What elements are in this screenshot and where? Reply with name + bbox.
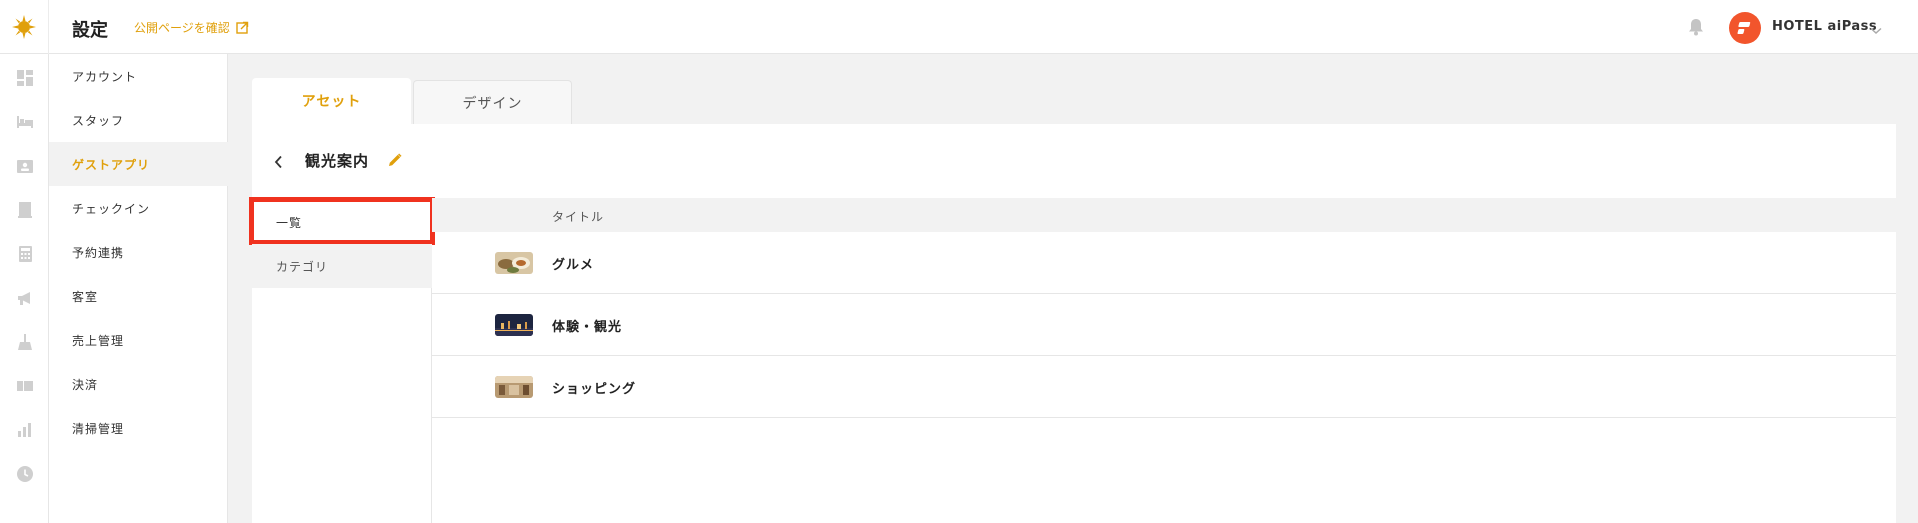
sidebar-item-guest-app[interactable]: ゲストアプリ — [49, 142, 228, 186]
chevron-down-icon[interactable] — [1870, 20, 1882, 39]
app-logo[interactable] — [0, 0, 49, 54]
id-card-icon[interactable] — [16, 157, 34, 175]
sidebar-item-rooms[interactable]: 客室 — [49, 274, 228, 318]
sidebar-item-sales[interactable]: 売上管理 — [49, 318, 228, 362]
asset-panel: 観光案内 一覧 カテゴリ タイトル グルメ 体験・観光 ショッピング — [249, 124, 1896, 523]
bed-icon[interactable] — [16, 113, 34, 131]
sidebar-item-staff[interactable]: スタッフ — [49, 98, 228, 142]
table-row[interactable]: ショッピング — [432, 356, 1896, 418]
sidebar-item-payment[interactable]: 決済 — [49, 362, 228, 406]
panel-title: 観光案内 — [305, 152, 370, 170]
subnav-list-label: 一覧 — [276, 215, 303, 230]
shop-thumbnail — [495, 376, 533, 398]
bar-chart-icon[interactable] — [16, 421, 34, 439]
notification-bell-icon[interactable] — [1688, 18, 1704, 40]
tab-design[interactable]: デザイン — [413, 80, 572, 124]
sun-logo-icon — [12, 15, 36, 39]
sidebar-item-account[interactable]: アカウント — [49, 54, 228, 98]
icon-rail — [0, 54, 49, 523]
edit-pencil-icon[interactable] — [388, 152, 402, 171]
public-page-link[interactable]: 公開ページを確認 — [134, 19, 249, 36]
building-icon[interactable] — [16, 201, 34, 219]
sidebar-item-checkin[interactable]: チェックイン — [49, 186, 228, 230]
table-row[interactable]: 体験・観光 — [432, 294, 1896, 356]
external-link-icon — [236, 21, 248, 34]
clock-icon[interactable] — [16, 465, 34, 483]
public-page-link-label: 公開ページを確認 — [134, 21, 230, 35]
asset-subnav: 一覧 カテゴリ — [249, 197, 435, 523]
brand-mark-icon — [1737, 22, 1751, 34]
table-row[interactable]: グルメ — [432, 232, 1896, 294]
sidebar-item-reservation-sync[interactable]: 予約連携 — [49, 230, 228, 274]
food-thumbnail — [495, 252, 533, 274]
broom-icon[interactable] — [16, 333, 34, 351]
subnav-category[interactable]: カテゴリ — [252, 244, 432, 288]
calculator-icon[interactable] — [16, 245, 34, 263]
megaphone-icon[interactable] — [16, 289, 34, 307]
back-chevron-icon[interactable] — [274, 154, 283, 173]
top-header: 設定 公開ページを確認 HOTEL aiPass — [0, 0, 1918, 54]
settings-sidebar: アカウント スタッフ ゲストアプリ チェックイン 予約連携 客室 売上管理 決済… — [49, 54, 228, 523]
night-city-thumbnail — [495, 314, 533, 336]
asset-table: タイトル グルメ 体験・観光 ショッピング — [432, 198, 1896, 418]
row-title: 体験・観光 — [552, 320, 623, 335]
dashboard-icon[interactable] — [16, 69, 34, 87]
subnav-list[interactable]: 一覧 — [249, 197, 435, 245]
table-header: タイトル — [432, 198, 1896, 232]
row-title: グルメ — [552, 258, 595, 273]
page-title: 設定 — [72, 20, 108, 41]
sidebar-item-cleaning[interactable]: 清掃管理 — [49, 406, 228, 450]
ticket-icon[interactable] — [16, 377, 34, 395]
tab-asset[interactable]: アセット — [252, 78, 411, 124]
column-title-header: タイトル — [552, 210, 605, 224]
account-name[interactable]: HOTEL aiPass — [1772, 19, 1877, 34]
account-avatar[interactable] — [1729, 12, 1761, 44]
row-title: ショッピング — [552, 382, 637, 397]
